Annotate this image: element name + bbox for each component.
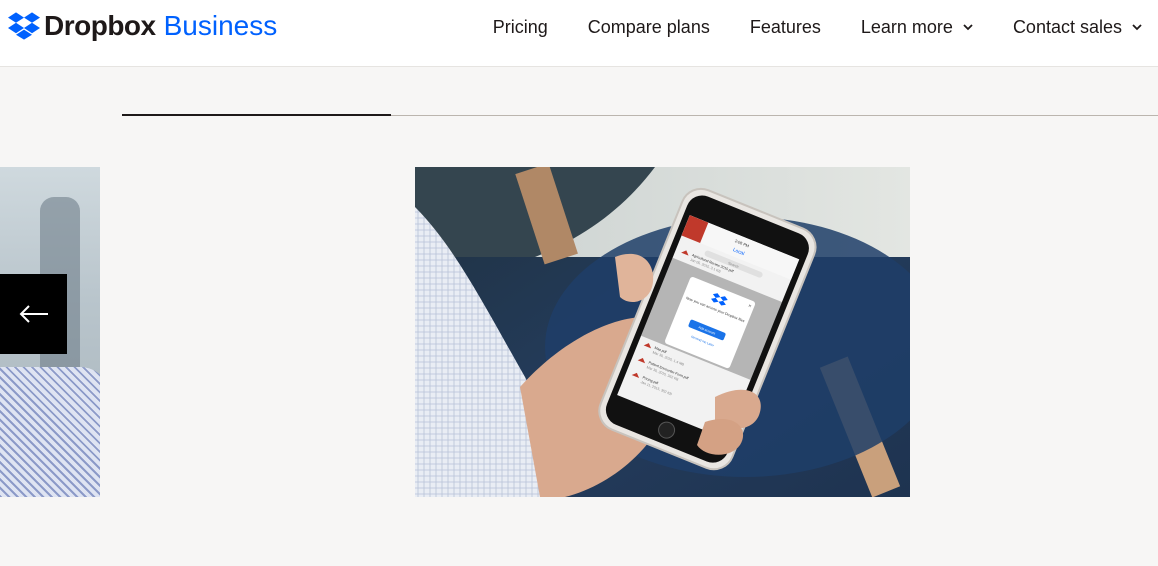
- main-nav: Pricing Compare plans Features Learn mor…: [493, 0, 1158, 54]
- dropbox-business-logo[interactable]: Dropbox Business: [8, 10, 277, 42]
- chevron-down-icon: [963, 24, 973, 31]
- dropbox-icon: [8, 12, 40, 40]
- site-header: Dropbox Business Pricing Compare plans F…: [0, 0, 1158, 67]
- carousel-prev-button[interactable]: [0, 274, 67, 354]
- nav-learn-more-label: Learn more: [860, 16, 953, 37]
- nav-pricing[interactable]: Pricing: [493, 17, 548, 38]
- nav-features[interactable]: Features: [750, 17, 821, 38]
- nav-learn-more[interactable]: Learn more: [861, 17, 973, 38]
- carousel-progress-indicator: [122, 114, 391, 116]
- nav-pricing-label: Pricing: [492, 16, 548, 37]
- chevron-down-icon: [1132, 24, 1142, 31]
- arrow-left-icon: [19, 305, 48, 323]
- phone-in-hand-image: 2:06 PM Local Search Agricultural Review…: [415, 167, 910, 497]
- shirt-shape: [0, 367, 100, 497]
- nav-compare-plans[interactable]: Compare plans: [588, 17, 710, 38]
- brand-name: Dropbox: [44, 10, 156, 41]
- brand-product: Business: [163, 10, 278, 41]
- nav-contact-sales[interactable]: Contact sales: [1013, 17, 1142, 38]
- nav-compare-plans-label: Compare plans: [587, 16, 710, 37]
- nav-features-label: Features: [749, 16, 821, 37]
- carousel-slide-current[interactable]: 2:06 PM Local Search Agricultural Review…: [415, 167, 910, 497]
- nav-contact-sales-label: Contact sales: [1012, 16, 1122, 37]
